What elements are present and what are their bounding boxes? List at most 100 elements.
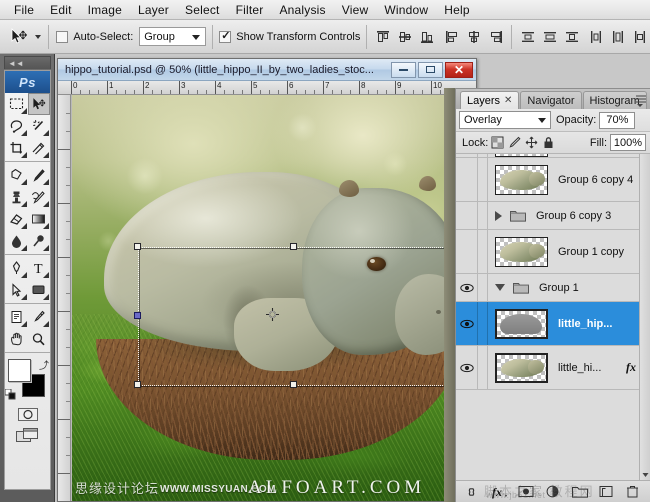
align-right-edges-icon[interactable]	[486, 27, 505, 46]
align-bottom-edges-icon[interactable]	[417, 27, 436, 46]
table-row[interactable]: Group 6 copy 3	[456, 202, 650, 230]
auto-select-dropdown[interactable]: Group	[139, 27, 206, 46]
lock-all-icon[interactable]	[541, 135, 556, 150]
align-horizontal-centers-icon[interactable]	[464, 27, 483, 46]
eyedropper-tool-icon[interactable]	[28, 306, 51, 328]
layer-visibility-toggle[interactable]	[456, 302, 478, 345]
auto-select-checkbox[interactable]	[56, 31, 68, 43]
tab-layers[interactable]: Layers ✕	[460, 91, 519, 109]
magic-wand-tool-icon[interactable]	[28, 115, 51, 137]
layer-thumbnail[interactable]	[495, 237, 548, 267]
layer-list[interactable]: Group 6 copy 5 Group 6 copy 4 Group 6 co	[456, 154, 650, 480]
dodge-tool-icon[interactable]	[28, 230, 51, 252]
transform-center-point-icon[interactable]	[266, 308, 279, 321]
layer-visibility-toggle[interactable]	[456, 158, 478, 201]
table-row[interactable]: little_hi... fx	[456, 346, 650, 390]
lock-transparent-pixels-icon[interactable]	[490, 135, 505, 150]
layer-effects-indicator[interactable]: fx	[626, 360, 636, 375]
history-brush-tool-icon[interactable]	[28, 186, 51, 208]
distribute-horizontal-centers-icon[interactable]	[609, 27, 628, 46]
lasso-tool-icon[interactable]	[5, 115, 28, 137]
default-colors-icon[interactable]	[5, 389, 16, 400]
transform-handle-top-left[interactable]	[134, 243, 141, 250]
lock-position-icon[interactable]	[524, 135, 539, 150]
layer-name[interactable]: Group 6 copy 4	[558, 174, 633, 186]
close-icon[interactable]: ✕	[504, 95, 512, 106]
crop-tool-icon[interactable]	[5, 137, 28, 159]
pen-tool-icon[interactable]	[5, 257, 28, 279]
add-layer-mask-icon[interactable]	[518, 483, 535, 500]
tab-navigator[interactable]: Navigator	[520, 91, 581, 109]
rectangle-tool-icon[interactable]	[28, 279, 51, 301]
layer-thumbnail[interactable]	[495, 165, 548, 195]
transform-handle-bottom-left[interactable]	[134, 381, 141, 388]
clone-stamp-tool-icon[interactable]	[5, 186, 28, 208]
eraser-tool-icon[interactable]	[5, 208, 28, 230]
brush-tool-icon[interactable]	[28, 164, 51, 186]
new-group-icon[interactable]	[571, 483, 588, 500]
minimize-button[interactable]	[391, 62, 416, 78]
layer-name[interactable]: Group 6 copy 3	[536, 210, 611, 222]
menu-edit[interactable]: Edit	[42, 1, 79, 19]
transform-bounding-box[interactable]	[138, 247, 449, 385]
menu-filter[interactable]: Filter	[228, 1, 272, 19]
document-canvas[interactable]: 思缘设计论坛 WWW.MISSYUAN.COM ALFOART.COM	[72, 95, 476, 501]
layer-name[interactable]: little_hip...	[558, 318, 612, 330]
menu-file[interactable]: File	[6, 1, 42, 19]
delete-layer-icon[interactable]	[624, 483, 641, 500]
link-layers-icon[interactable]	[465, 483, 482, 500]
menu-analysis[interactable]: Analysis	[271, 1, 333, 19]
layer-visibility-toggle[interactable]	[456, 202, 478, 229]
layer-mask-thumbnail[interactable]	[495, 309, 548, 339]
align-left-edges-icon[interactable]	[442, 27, 461, 46]
horizontal-ruler[interactable]: 0 1 2 3 4 5 6 7 8 9 10	[58, 81, 476, 95]
document-title-bar[interactable]: hippo_tutorial.psd @ 50% (little_hippo_I…	[58, 59, 476, 81]
lock-image-pixels-icon[interactable]	[507, 135, 522, 150]
maximize-button[interactable]	[418, 62, 443, 78]
blend-mode-dropdown[interactable]: Overlay	[459, 111, 551, 129]
swap-colors-icon[interactable]: ⤴	[39, 357, 49, 372]
notes-tool-icon[interactable]	[5, 306, 28, 328]
menu-window[interactable]: Window	[376, 1, 436, 19]
align-vertical-centers-icon[interactable]	[395, 27, 414, 46]
panel-menu-icon[interactable]	[634, 93, 648, 107]
distribute-vertical-centers-icon[interactable]	[540, 27, 559, 46]
healing-brush-tool-icon[interactable]	[5, 164, 28, 186]
table-row[interactable]: Group 1 copy	[456, 230, 650, 274]
group-expand-arrow-icon[interactable]	[495, 211, 502, 221]
transform-handle-bottom-center[interactable]	[290, 381, 297, 388]
layer-thumbnail[interactable]	[495, 353, 548, 383]
menu-layer[interactable]: Layer	[130, 1, 177, 19]
move-tool-icon[interactable]	[6, 25, 31, 49]
layers-scrollbar[interactable]	[639, 154, 650, 480]
hand-tool-icon[interactable]	[5, 328, 28, 350]
menu-help[interactable]: Help	[436, 1, 477, 19]
scroll-down-arrow-icon[interactable]	[641, 470, 650, 479]
group-collapse-arrow-icon[interactable]	[495, 284, 505, 291]
distribute-top-edges-icon[interactable]	[518, 27, 537, 46]
fill-input[interactable]: 100%	[610, 134, 646, 151]
layer-name[interactable]: Group 1 copy	[558, 246, 624, 258]
menu-image[interactable]: Image	[80, 1, 130, 19]
table-row[interactable]: Group 6 copy 4	[456, 158, 650, 202]
distribute-bottom-edges-icon[interactable]	[562, 27, 581, 46]
type-tool-icon[interactable]: T	[28, 257, 51, 279]
quick-mask-icon[interactable]	[17, 406, 39, 422]
menu-select[interactable]: Select	[177, 1, 228, 19]
layer-thumbnail[interactable]	[495, 154, 548, 157]
opacity-input[interactable]: 70%	[599, 112, 635, 129]
new-layer-icon[interactable]	[598, 483, 615, 500]
toolbox-collapse-handle[interactable]: ◄◄	[4, 56, 51, 69]
screen-mode-icon[interactable]	[15, 426, 41, 444]
vertical-ruler[interactable]	[58, 95, 71, 501]
marquee-tool-icon[interactable]	[5, 93, 28, 115]
layer-name[interactable]: little_hi...	[558, 362, 601, 374]
zoom-tool-icon[interactable]	[28, 328, 51, 350]
gradient-tool-icon[interactable]	[28, 208, 51, 230]
blur-tool-icon[interactable]	[5, 230, 28, 252]
align-top-edges-icon[interactable]	[373, 27, 392, 46]
table-row[interactable]: little_hip...	[456, 302, 650, 346]
show-transform-checkbox[interactable]	[219, 31, 231, 43]
table-row[interactable]: Group 1	[456, 274, 650, 302]
transform-handle-middle-left[interactable]	[134, 312, 141, 319]
